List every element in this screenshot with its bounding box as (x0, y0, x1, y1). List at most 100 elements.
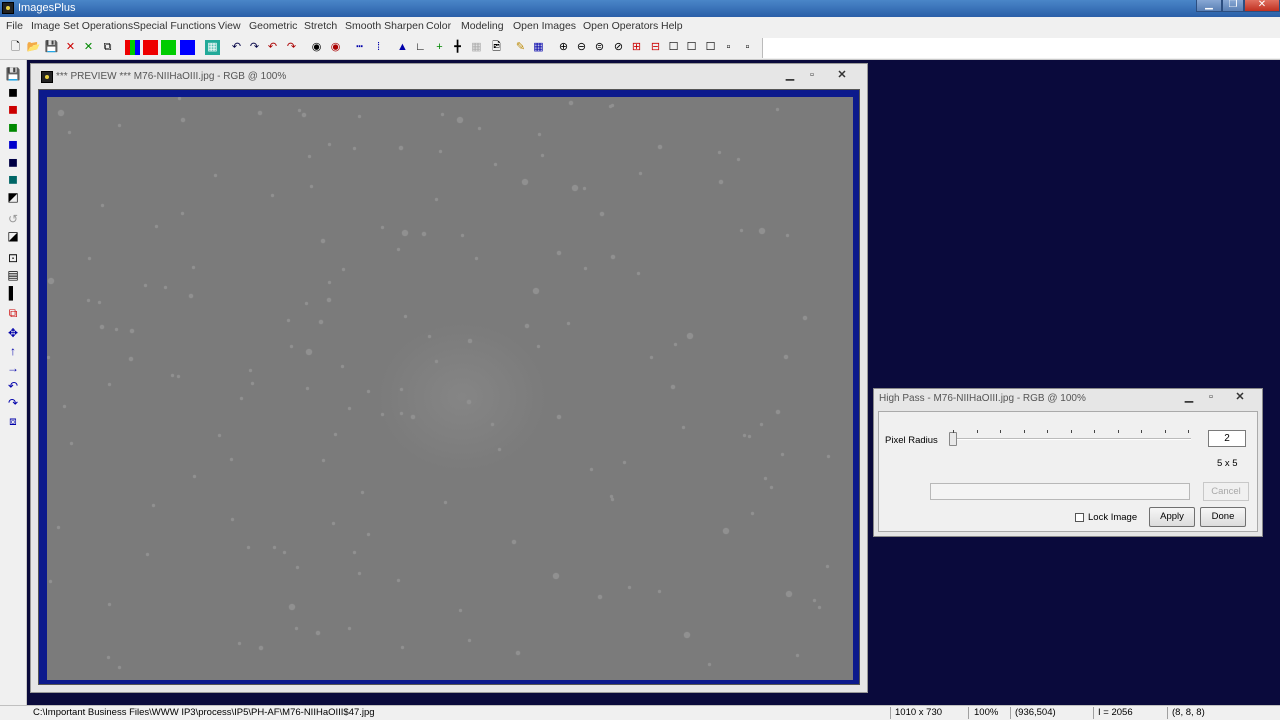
high-pass-close-button[interactable]: ✕ (1229, 390, 1251, 404)
rectangle-select-icon[interactable]: ⧉ (5, 305, 21, 321)
menu-help[interactable]: Help (661, 20, 683, 32)
black-bar-icon[interactable]: ▌ (5, 285, 21, 301)
preview-maximize-button[interactable]: ▫ (801, 68, 823, 82)
zoom-in-icon[interactable]: ⊕ (556, 40, 571, 55)
mask-red-icon[interactable]: ◼ (5, 101, 21, 117)
high-pass-title: High Pass - M76-NIIHaOIII.jpg - RGB @ 10… (879, 393, 1086, 404)
red-channel-icon[interactable] (143, 40, 158, 55)
save-icon[interactable]: 💾 (44, 40, 59, 55)
line-icon[interactable]: ┅ (352, 40, 367, 55)
arrow-up-icon[interactable]: ↑ (5, 343, 21, 359)
menu-special-functions[interactable]: Special Functions (133, 20, 216, 32)
new-icon[interactable]: 🗋 (8, 40, 23, 55)
copy-icon[interactable]: ⧉ (100, 40, 115, 55)
star (525, 324, 529, 328)
table-icon[interactable]: ▦ (531, 40, 546, 55)
lock-image-checkbox[interactable] (1075, 513, 1084, 522)
rgb-channels-icon[interactable] (125, 40, 140, 55)
menu-modeling[interactable]: Modeling (461, 20, 504, 32)
mask-invert-icon[interactable]: ◩ (5, 189, 21, 205)
window-size-3-icon[interactable]: ☐ (703, 40, 718, 55)
zoom-reset-icon[interactable]: ⊘ (611, 40, 626, 55)
preview-minimize-button[interactable]: ▁ (779, 68, 801, 82)
rotate-left-icon[interactable]: ↶ (5, 378, 21, 394)
star (512, 540, 516, 544)
cancel-button[interactable]: Cancel (1203, 482, 1249, 501)
mask-green-icon[interactable]: ◼ (5, 119, 21, 135)
mask-black-icon[interactable]: ◼ (5, 84, 21, 100)
luminance-icon[interactable]: ▦ (205, 40, 220, 55)
open-icon[interactable]: 📂 (26, 40, 41, 55)
mask-teal-icon[interactable]: ◼ (5, 171, 21, 187)
menu-image-set-operations[interactable]: Image Set Operations (31, 20, 133, 32)
ellipse-select-red-icon[interactable]: ◉ (328, 40, 343, 55)
preview-title-bar[interactable]: *** PREVIEW *** M76-NIIHaOIII.jpg - RGB … (39, 68, 861, 88)
menu-open-images[interactable]: Open Images (513, 20, 576, 32)
move-icon[interactable]: ✥ (5, 325, 21, 341)
mask-navy-icon[interactable]: ◼ (5, 154, 21, 170)
menu-geometric[interactable]: Geometric (249, 20, 297, 32)
menu-stretch[interactable]: Stretch (304, 20, 337, 32)
rotate-right-icon[interactable]: ↷ (5, 395, 21, 411)
lock-image-label: Lock Image (1088, 512, 1138, 523)
save-image-icon[interactable]: 💾 (5, 66, 21, 82)
slider-tick (953, 430, 954, 433)
high-pass-maximize-button[interactable]: ▫ (1200, 390, 1222, 404)
slider-tick (1023, 430, 1025, 433)
redo-all-icon[interactable]: ↷ (284, 40, 299, 55)
pencil-icon[interactable]: ✎ (513, 40, 528, 55)
menu-smooth-sharpen[interactable]: Smooth Sharpen (345, 20, 424, 32)
zoom-fit-icon[interactable]: ⊜ (592, 40, 607, 55)
cross-icon[interactable]: ╋ (450, 40, 465, 55)
points-icon[interactable]: ⁞ (371, 40, 386, 55)
redo-icon[interactable]: ↷ (247, 40, 262, 55)
window-size-4-icon[interactable]: ▫ (721, 40, 736, 55)
preview-close-button[interactable]: ✕ (831, 68, 853, 82)
menu-file[interactable]: File (6, 20, 23, 32)
gradient-icon[interactable]: ◪ (5, 228, 21, 244)
minimize-button[interactable]: ▁ (1196, 0, 1222, 12)
undo-icon[interactable]: ↶ (229, 40, 244, 55)
pixel-radius-slider-thumb[interactable] (949, 432, 957, 446)
star (306, 349, 312, 355)
rotate-icon[interactable]: ↺ (5, 211, 21, 227)
select-box-icon[interactable]: ⊡ (5, 250, 21, 266)
zoom-plus-icon[interactable]: ⊞ (629, 40, 644, 55)
star (397, 579, 400, 582)
blue-channel-icon[interactable] (180, 40, 195, 55)
mask-blue-icon[interactable]: ◼ (5, 136, 21, 152)
grid-icon[interactable]: ▦ (469, 40, 484, 55)
close-image-icon[interactable]: ✕ (63, 40, 78, 55)
ellipse-select-icon[interactable]: ◉ (309, 40, 324, 55)
menu-view[interactable]: View (218, 20, 241, 32)
star (287, 319, 290, 322)
apply-button[interactable]: Apply (1149, 507, 1195, 527)
close-button[interactable]: ✕ (1244, 0, 1280, 12)
maximize-button[interactable]: ❐ (1222, 0, 1244, 12)
close-all-icon[interactable]: ✕ (81, 40, 96, 55)
axis-icon[interactable]: ∟ (413, 40, 428, 55)
done-button[interactable]: Done (1200, 507, 1246, 527)
crosshair-icon[interactable]: + (432, 40, 447, 55)
window-size-2-icon[interactable]: ☐ (684, 40, 699, 55)
menu-color[interactable]: Color (426, 20, 451, 32)
flip-icon[interactable]: ⧈ (5, 413, 21, 429)
arrow-right-icon[interactable]: → (5, 360, 21, 376)
zoom-out-icon[interactable]: ⊖ (574, 40, 589, 55)
app-title-bar: ImagesPlus ▁ ❐ ✕ (0, 0, 1280, 17)
star (367, 533, 370, 536)
image-info-icon[interactable]: 🖻 (489, 40, 504, 55)
window-size-1-icon[interactable]: ☐ (666, 40, 681, 55)
pixel-radius-slider[interactable] (951, 438, 1191, 440)
menu-open-operators[interactable]: Open Operators (583, 20, 658, 32)
astro-image[interactable] (47, 97, 853, 680)
pixel-radius-input[interactable]: 2 (1208, 430, 1246, 447)
green-channel-icon[interactable] (161, 40, 176, 55)
undo-all-icon[interactable]: ↶ (265, 40, 280, 55)
high-pass-minimize-button[interactable]: ▁ (1178, 390, 1200, 404)
zoom-minus-icon[interactable]: ⊟ (648, 40, 663, 55)
star (441, 113, 444, 116)
histogram-icon[interactable]: ▲ (395, 40, 410, 55)
window-size-5-icon[interactable]: ▫ (740, 40, 755, 55)
lines-icon[interactable]: ▤ (5, 267, 21, 283)
